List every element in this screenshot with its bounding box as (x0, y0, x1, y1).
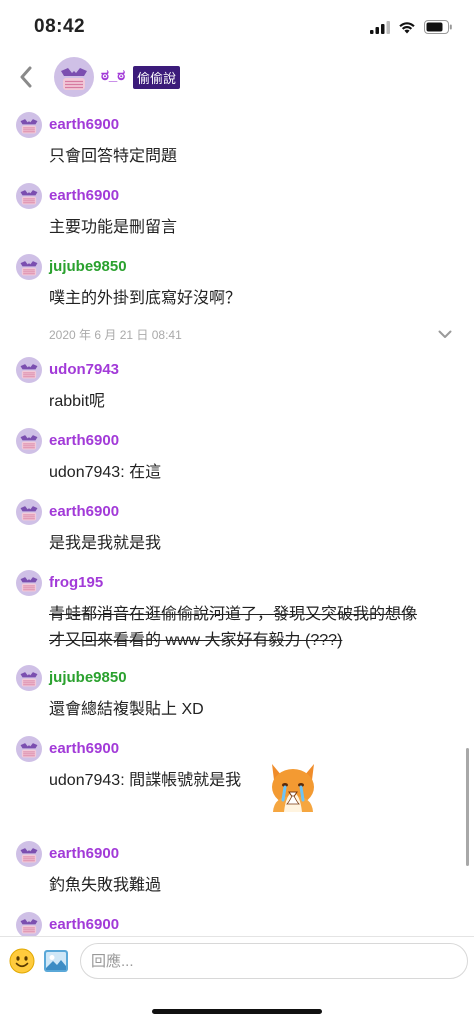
username[interactable]: earth6900 (49, 116, 119, 133)
username[interactable]: jujube9850 (49, 669, 127, 686)
chevron-left-icon (20, 66, 32, 88)
avatar[interactable] (16, 665, 42, 691)
message-text: 噗主的外掛到底寫好沒啊？ (49, 290, 242, 307)
status-icons (370, 20, 452, 34)
avatar[interactable] (16, 570, 42, 596)
username[interactable]: earth6900 (49, 503, 119, 520)
back-button[interactable] (12, 60, 40, 94)
username[interactable]: udon7943 (49, 361, 119, 378)
image-icon[interactable] (43, 948, 69, 974)
reply-composer (0, 936, 474, 984)
avatar[interactable] (16, 912, 42, 936)
crying-fox-sticker[interactable] (264, 754, 322, 812)
message-text: 只會回答特定問題 (49, 148, 178, 165)
username[interactable]: earth6900 (49, 916, 119, 933)
avatar[interactable] (16, 499, 42, 525)
cellular-signal-icon (370, 20, 390, 34)
avatar[interactable] (16, 183, 42, 209)
message-text: 釣魚失敗我難過 (49, 877, 162, 894)
username[interactable]: earth6900 (49, 845, 119, 862)
message-timestamp: 2020 年 6 月 21 日 08:41 (49, 328, 182, 342)
scrollbar[interactable] (466, 748, 469, 866)
username[interactable]: jujube9850 (49, 258, 127, 275)
page-title: ಠ_ಠ (101, 67, 126, 84)
avatar[interactable] (16, 841, 42, 867)
message-text: udon7943: 在這 (49, 464, 162, 481)
message-text: 還會總結複製貼上 XD (49, 701, 204, 718)
chevron-down-icon (438, 330, 452, 338)
avatar[interactable] (16, 736, 42, 762)
username[interactable]: earth6900 (49, 740, 119, 757)
status-time: 08:42 (34, 16, 86, 37)
avatar[interactable] (16, 428, 42, 454)
status-badge: 偷偷說 (133, 66, 181, 89)
avatar[interactable] (16, 112, 42, 138)
message-text: 主要功能是刪留言 (49, 219, 178, 236)
expand-button[interactable] (438, 326, 452, 344)
reply-input[interactable] (80, 943, 468, 979)
message-text-line: 才又回來看看的 www 大家好有毅力 (???) (49, 632, 343, 649)
emoji-icon[interactable] (9, 948, 35, 974)
chat-header: ಠ_ಠ 偷偷說 (0, 52, 474, 102)
avatar[interactable] (16, 254, 42, 280)
message-text: udon7943: 間諜帳號就是我 (49, 772, 242, 789)
message-list[interactable]: earth6900 只會回答特定問題 earth6900 主要功能是刪留言 ju… (0, 104, 474, 936)
username[interactable]: earth6900 (49, 432, 119, 449)
status-bar: 08:42 (0, 0, 474, 52)
message-text-line: 青蛙都消音在逛偷偷說河道了，發現又突破我的想像 (49, 606, 418, 623)
avatar[interactable] (54, 57, 94, 97)
username[interactable]: earth6900 (49, 187, 119, 204)
wifi-icon (399, 21, 415, 33)
battery-icon (424, 20, 452, 34)
avatar[interactable] (16, 357, 42, 383)
home-indicator[interactable] (152, 1009, 322, 1014)
username[interactable]: frog195 (49, 574, 103, 591)
message-text: rabbit呢 (49, 393, 106, 410)
message-text: 青蛙都消音在逛偷偷說河道了，發現又突破我的想像 才又回來看看的 www 大家好有… (49, 602, 459, 654)
message-text: 是我是我就是我 (49, 535, 162, 552)
